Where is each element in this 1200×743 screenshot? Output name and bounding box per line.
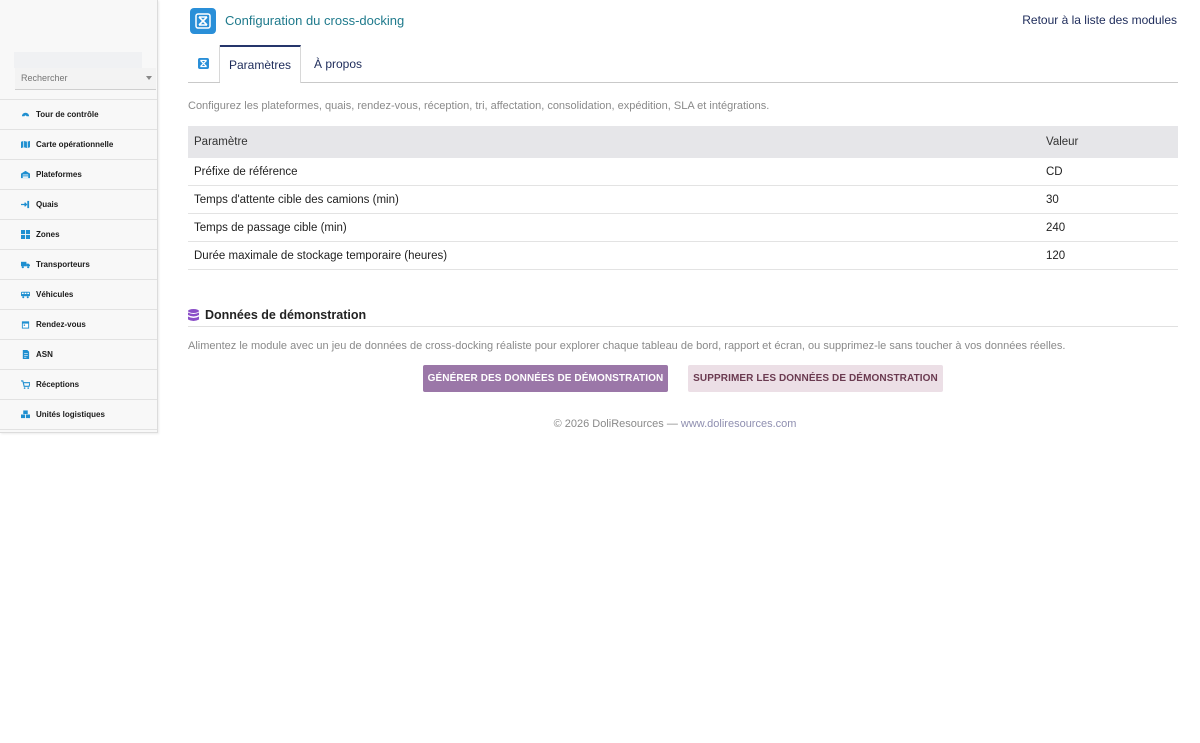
parameter-value[interactable]: 120 [1040,241,1178,270]
sidebar-item-label: Zones [36,230,60,239]
dock-icon [21,200,30,209]
tab-parametres[interactable]: Paramètres [220,45,301,83]
dashboard-icon [21,110,30,119]
parameter-value[interactable]: 240 [1040,213,1178,242]
sidebar-item-label: Véhicules [36,290,74,299]
sidebar-item-receptions[interactable]: Réceptions [0,370,157,400]
parameter-name: Préfixe de référence [188,158,1040,186]
back-to-modules-link[interactable]: Retour à la liste des modules [1022,13,1177,27]
sidebar-item-label: Rendez-vous [36,320,86,329]
grid-icon [21,230,30,239]
sidebar-item-label: ASN [36,350,53,359]
sidebar-item-quais[interactable]: Quais [0,190,157,220]
database-icon [188,308,199,321]
delete-demo-data-button[interactable]: SUPPRIMER LES DONNÉES DE DÉMONSTRATION [688,365,943,392]
demo-description: Alimentez le module avec un jeu de donné… [188,340,1066,352]
page-title: Configuration du cross-docking [225,13,405,28]
map-icon [21,140,30,149]
footer: © 2026 DoliResources — www.doliresources… [0,418,1200,430]
sidebar-item-vehicules[interactable]: Véhicules [0,280,157,310]
sidebar-item-label: Carte opérationnelle [36,140,114,149]
chevron-down-icon[interactable] [146,76,152,80]
sidebar-item-tour-de-controle[interactable]: Tour de contrôle [0,99,157,130]
sidebar-item-label: Plateformes [36,170,82,179]
warehouse-icon [21,170,30,179]
sidebar-menu: Tour de contrôle Carte opérationnelle Pl… [0,99,157,430]
sidebar-logo-area [14,52,142,68]
sidebar-item-rendez-vous[interactable]: Rendez-vous [0,310,157,340]
parameter-value[interactable]: CD [1040,158,1178,186]
column-header-parametre: Paramètre [188,126,1040,158]
sidebar-item-carte-operationnelle[interactable]: Carte opérationnelle [0,130,157,160]
sidebar-item-label: Tour de contrôle [36,110,99,119]
sidebar: Tour de contrôle Carte opérationnelle Pl… [0,0,158,433]
footer-website-link[interactable]: www.doliresources.com [681,418,797,430]
sidebar-item-transporteurs[interactable]: Transporteurs [0,250,157,280]
sidebar-search[interactable] [15,68,156,90]
sidebar-item-label: Transporteurs [36,260,90,269]
table-row: Temps d'attente cible des camions (min) … [188,185,1178,214]
parameter-name: Temps de passage cible (min) [188,213,1040,242]
generate-demo-data-button[interactable]: GÉNÉRER DES DONNÉES DE DÉMONSTRATION [423,365,668,392]
demo-section-heading: Données de démonstration [188,304,1178,327]
vehicle-icon [21,290,30,299]
calendar-icon [21,320,30,329]
intro-text: Configurez les plateformes, quais, rende… [188,100,770,112]
parameters-table: Paramètre Valeur Préfixe de référence CD… [188,126,1178,270]
sidebar-item-label: Quais [36,200,59,209]
tab-a-propos[interactable]: À propos [314,45,362,82]
sidebar-item-label: Réceptions [36,380,80,389]
tab-bar: Paramètres À propos [188,45,1178,83]
sidebar-item-zones[interactable]: Zones [0,220,157,250]
receipt-cart-icon [21,380,30,389]
sidebar-item-plateformes[interactable]: Plateformes [0,160,157,190]
parameter-value[interactable]: 30 [1040,185,1178,214]
table-row: Durée maximale de stockage temporaire (h… [188,241,1178,270]
sidebar-item-asn[interactable]: ASN [0,340,157,370]
search-input[interactable] [15,68,141,88]
module-logo-icon [190,8,216,34]
table-row: Temps de passage cible (min) 240 [188,213,1178,242]
cross-docking-icon [198,58,209,69]
parameter-name: Temps d'attente cible des camions (min) [188,185,1040,214]
truck-icon [21,260,30,269]
demo-section-title: Données de démonstration [205,308,367,322]
tab-module-icon[interactable] [188,45,220,82]
parameter-name: Durée maximale de stockage temporaire (h… [188,241,1040,270]
table-header-row: Paramètre Valeur [188,126,1178,158]
footer-copyright: © 2026 DoliResources — [553,418,681,430]
table-row: Préfixe de référence CD [188,158,1178,186]
column-header-valeur: Valeur [1040,126,1178,158]
document-icon [21,350,30,359]
